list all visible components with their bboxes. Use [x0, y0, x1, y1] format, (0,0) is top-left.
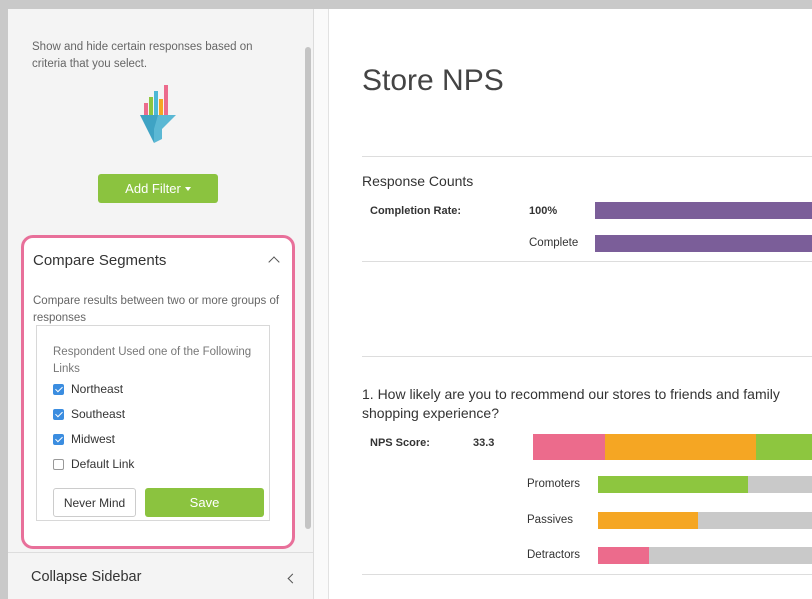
nps-score-value: 33.3 — [473, 437, 495, 449]
compare-segments-title: Compare Segments — [33, 252, 167, 269]
never-mind-button[interactable]: Never Mind — [53, 488, 136, 517]
complete-label: Complete — [529, 237, 579, 249]
nps-score-label: NPS Score: — [370, 437, 430, 449]
option-southeast[interactable]: Southeast — [53, 407, 125, 421]
link-options-box: Respondent Used one of the Following Lin… — [36, 325, 270, 521]
completion-rate-value: 100% — [529, 205, 558, 217]
chevron-left-icon — [287, 573, 298, 584]
app-frame: Show and hide certain responses based on… — [8, 9, 812, 599]
filter-description: Show and hide certain responses based on… — [32, 41, 253, 70]
promoters-label: Promoters — [527, 478, 581, 490]
option-label: Midwest — [71, 432, 116, 446]
checkbox-unchecked-icon[interactable] — [53, 458, 64, 470]
detractors-bar — [598, 547, 812, 564]
checkbox-checked-icon[interactable] — [53, 433, 64, 445]
divider — [362, 156, 812, 157]
chevron-up-icon[interactable] — [268, 256, 280, 268]
question-text-line1: 1. How likely are you to recommend our s… — [362, 386, 780, 402]
question-text: 1. How likely are you to recommend our s… — [362, 385, 812, 423]
checkbox-checked-icon[interactable] — [53, 383, 64, 395]
promoters-bar — [598, 476, 812, 493]
link-options-title: Respondent Used one of the Following Lin… — [53, 346, 252, 375]
report-main: Store NPS Response Counts Completion Rat… — [329, 9, 812, 599]
promoters-bar-fill — [598, 476, 748, 493]
nps-passive-segment — [604, 434, 757, 460]
divider — [362, 574, 812, 575]
response-counts-title: Response Counts — [362, 173, 474, 189]
question-text-line2: shopping experience? — [362, 405, 499, 421]
save-button[interactable]: Save — [145, 488, 264, 517]
funnel-chart-icon — [140, 85, 176, 143]
detractors-bar-fill — [598, 547, 649, 564]
sidebar-scrollbar-thumb[interactable] — [305, 47, 311, 529]
add-filter-button[interactable]: Add Filter — [98, 174, 218, 203]
nps-stacked-bar — [533, 434, 812, 460]
sidebar: Show and hide certain responses based on… — [8, 9, 314, 599]
divider — [362, 356, 812, 357]
option-label: Southeast — [71, 407, 126, 421]
checkbox-checked-icon[interactable] — [53, 408, 64, 420]
passives-bar — [598, 512, 812, 529]
completion-rate-bar — [595, 202, 812, 219]
page-title: Store NPS — [362, 64, 504, 97]
compare-segments-description: Compare results between two or more grou… — [33, 295, 280, 324]
option-label: Northeast — [71, 382, 124, 396]
option-label: Default Link — [71, 457, 135, 471]
divider — [362, 261, 812, 262]
add-filter-label: Add Filter — [125, 181, 181, 196]
collapse-sidebar-label: Collapse Sidebar — [31, 569, 142, 585]
collapse-sidebar-button[interactable]: Collapse Sidebar — [8, 552, 313, 599]
sidebar-gutter — [314, 9, 329, 599]
nps-detractor-segment — [533, 434, 605, 460]
option-midwest[interactable]: Midwest — [53, 432, 115, 446]
completion-rate-label: Completion Rate: — [370, 205, 462, 217]
passives-label: Passives — [527, 514, 574, 526]
option-northeast[interactable]: Northeast — [53, 382, 123, 396]
option-default-link[interactable]: Default Link — [53, 457, 134, 471]
caret-down-icon — [184, 186, 191, 191]
complete-bar — [595, 235, 812, 252]
detractors-label: Detractors — [527, 549, 581, 561]
passives-bar-fill — [598, 512, 698, 529]
nps-promoter-segment — [756, 434, 812, 460]
